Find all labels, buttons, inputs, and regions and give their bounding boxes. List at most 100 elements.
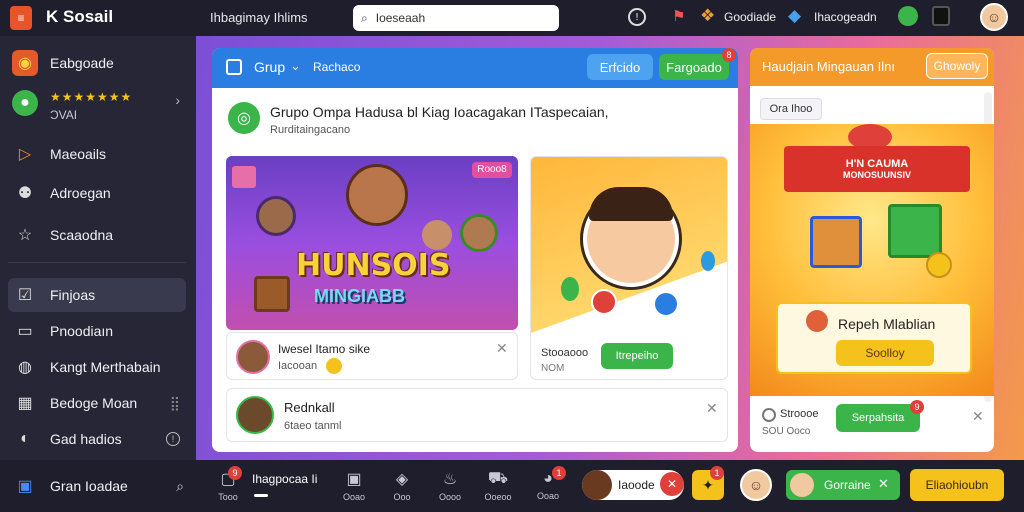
sidebar: ◉ Eabgoade ● ★★★★★★★ ƆVAI › ▷ Maeoails ⚉…: [0, 36, 196, 512]
compass-icon: ◍: [18, 359, 32, 376]
gamepad-icon: ◈: [395, 470, 409, 488]
star-icon: ☆: [17, 227, 33, 244]
bottom-tab-3[interactable]: ▣ Ooao: [334, 466, 374, 504]
header-title: Ihbagimay Ihlims: [210, 10, 308, 25]
game-card-avatar: [236, 340, 270, 374]
header-button-badge: 8: [722, 48, 736, 62]
notification-row[interactable]: [226, 388, 728, 442]
header-button-1[interactable]: Erfcido: [587, 54, 653, 80]
moon-icon: ◐: [20, 430, 30, 447]
promo-footer-sub: SOU Ooco: [762, 426, 811, 437]
app-logo-text[interactable]: K Sosail: [46, 7, 113, 27]
app-logo-icon[interactable]: ≡: [10, 6, 32, 30]
promo-panel: Haudjain Mingauan Ilnı Ghowoly Ora Ihoo …: [750, 48, 994, 452]
status-icon[interactable]: [898, 6, 918, 26]
notification-avatar: [236, 396, 274, 434]
info-icon[interactable]: !: [166, 432, 180, 446]
close-icon[interactable]: ✕: [706, 400, 718, 417]
close-icon[interactable]: ✕: [878, 476, 889, 492]
app-logo-icon: ◉: [12, 50, 38, 76]
bottom-tab-6[interactable]: ⛟ Ooeoo: [478, 466, 518, 504]
sidebar-item-videos[interactable]: ▷ Maeoails: [8, 137, 186, 171]
sidebar-item-explore[interactable]: ◍ Kangt Merthabain: [8, 350, 186, 384]
chevron-right-icon[interactable]: ›: [175, 92, 180, 108]
cta-button[interactable]: Eliaohioubn: [910, 469, 1004, 501]
close-icon[interactable]: ✕: [972, 408, 984, 425]
sidebar-item-night[interactable]: ◐ Gad hadios !: [8, 422, 186, 456]
promo-title: Haudjain Mingauan Ilnı: [762, 59, 895, 74]
active-tab-indicator: [254, 494, 268, 497]
bottom-tab-7-badge: 1: [552, 466, 566, 480]
header-button-2[interactable]: Fargoado: [659, 54, 729, 80]
game-card-sub: Iacooan: [278, 360, 318, 372]
sidebar-item-bottom[interactable]: ▣ Gran Ioadae ⌕: [8, 470, 194, 502]
sidebar-item-monitor[interactable]: ▭ Pnoodiaın: [8, 314, 186, 348]
search-input[interactable]: ⌕ Ioeseaah: [353, 5, 559, 31]
friend-avatar[interactable]: ☺: [740, 469, 772, 501]
character-card[interactable]: Stooaooo NOM Itrepeiho: [530, 156, 728, 380]
coin-icon: [926, 252, 952, 278]
sidebar-divider: [8, 262, 186, 263]
notification-icon[interactable]: ⚑: [672, 7, 688, 25]
profile-avatar[interactable]: ☺: [980, 3, 1008, 31]
leaf-icon: [561, 277, 579, 301]
game-banner-sub: MINGIABB: [314, 286, 405, 306]
gift-box-icon: [888, 204, 942, 258]
sidebar-item-favorites[interactable]: ☆ Scaaodna: [8, 218, 186, 252]
close-icon[interactable]: ✕: [660, 472, 684, 496]
character-icon: [256, 196, 296, 236]
bottom-tab-5[interactable]: ♨ Oooo: [430, 466, 470, 504]
notification-name: Rednkall: [284, 400, 335, 415]
trophy-icon: ✦: [702, 476, 714, 493]
group-title: Grupo Ompa Hadusa bl Kiag Ioacagakan ITa…: [270, 104, 609, 120]
group-header-title[interactable]: Grup: [254, 59, 285, 75]
shell-icon: [806, 310, 828, 332]
group-avatar: ◎: [228, 102, 260, 134]
topbar-item-2[interactable]: Ihacogeadn: [814, 10, 877, 24]
chip-avatar: [582, 470, 612, 500]
chip-avatar: [790, 473, 814, 497]
bottom-chip-1-label: Iaoode: [618, 478, 655, 492]
character-card-label: Stooaooo: [541, 347, 589, 359]
sidebar-item-people[interactable]: ⚉ Adroegan: [8, 176, 186, 210]
leaf-icon: [701, 251, 715, 271]
sidebar-item-groups[interactable]: ☑ Finjoas: [8, 278, 186, 312]
emoji-icon: [326, 358, 342, 374]
gift-icon[interactable]: ❖: [700, 6, 715, 26]
grid-small-icon[interactable]: ⣿: [170, 395, 180, 412]
top-bar: ≡ K Sosail Ihbagimay Ihlims ⌕ Ioeseaah !…: [0, 0, 1024, 36]
promo-footer-button[interactable]: Serpahsita: [836, 404, 920, 432]
treasure-chest-icon: [254, 276, 290, 312]
character-card-button[interactable]: Itrepeiho: [601, 343, 673, 369]
play-icon: ▷: [18, 146, 32, 163]
sidebar-item-home[interactable]: ◉ Eabgoade: [8, 46, 186, 80]
gift-box-icon: [232, 166, 256, 188]
bottom-tab-4[interactable]: ◈ Ooo: [382, 466, 422, 504]
sticker-icon: [653, 291, 679, 317]
people-icon: ⚉: [17, 185, 33, 202]
fire-icon: ♨: [442, 470, 458, 488]
promo-tag[interactable]: Ora Ihoo: [760, 98, 822, 120]
user-avatar: ●: [12, 90, 38, 116]
group-header-sub[interactable]: Rachaco: [313, 60, 360, 74]
promo-footer-badge: 9: [910, 400, 924, 414]
close-icon[interactable]: ✕: [496, 340, 508, 357]
game-banner[interactable]: HUNSOIS MINGIABB Rooo8: [226, 156, 518, 330]
chevron-down-icon[interactable]: ⌄: [290, 58, 301, 74]
reward-button[interactable]: Soolloy: [836, 340, 934, 366]
sidebar-item-profile[interactable]: ● ★★★★★★★ ƆVAI ›: [8, 86, 186, 134]
info-icon[interactable]: !: [628, 8, 646, 26]
group-icon: [226, 59, 242, 75]
promo-header-button[interactable]: Ghowoly: [926, 53, 988, 79]
checkbox-icon: ☑: [17, 287, 33, 304]
game-tag[interactable]: Rooo8: [472, 162, 512, 178]
phone-icon[interactable]: [932, 6, 950, 26]
bottom-tab-2[interactable]: Ihagpocaa Ii: [252, 472, 317, 486]
reward-title: Repeh Mlablian: [838, 316, 936, 332]
grid-icon: ▦: [17, 395, 33, 412]
promo-footer-label: Stroooe: [780, 408, 819, 420]
search-icon[interactable]: ⌕: [176, 478, 184, 495]
sidebar-item-grid[interactable]: ▦ Bedoge Moan ⣿: [8, 386, 186, 420]
shop-icon[interactable]: ◆: [788, 6, 801, 26]
topbar-item-1[interactable]: Goodiade: [724, 10, 776, 24]
